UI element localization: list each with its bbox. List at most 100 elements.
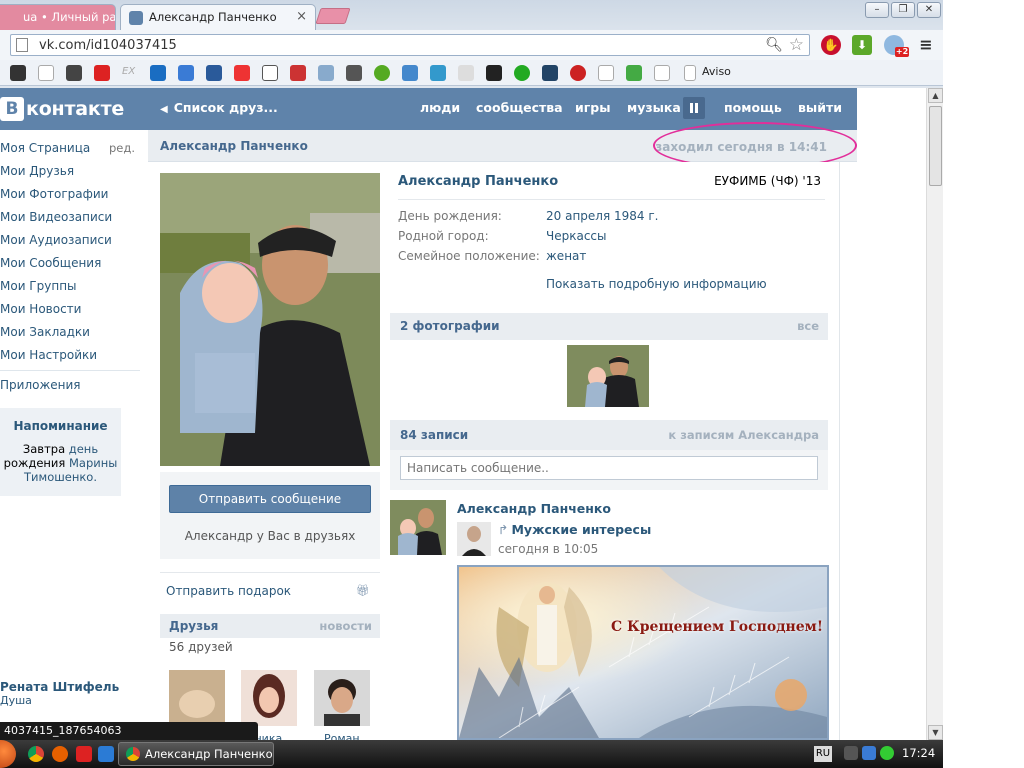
wall-title[interactable]: 84 записи — [400, 428, 468, 442]
info-value-birthday[interactable]: 20 апреля 1984 г. — [546, 209, 658, 223]
repost-source-link[interactable]: ↱ Мужские интересы — [498, 522, 651, 537]
opera-icon[interactable] — [76, 746, 92, 762]
adblock-icon[interactable]: ✋ — [821, 35, 841, 55]
menu-my-bookmarks[interactable]: Мои Закладки — [0, 325, 90, 339]
bookmark-icon[interactable] — [374, 65, 390, 81]
bookmark-home-icon[interactable] — [402, 65, 418, 81]
post-author-avatar[interactable] — [390, 500, 446, 555]
tab-inactive[interactable]: ua • Личный разд — [0, 4, 116, 30]
bookmark-film-icon[interactable] — [66, 65, 82, 81]
download-icon[interactable]: ⬇ — [852, 35, 872, 55]
menu-my-friends[interactable]: Мои Друзья — [0, 164, 74, 178]
nav-games[interactable]: игры — [575, 100, 611, 115]
bookmark-photo-icon[interactable] — [178, 65, 194, 81]
bookmark-icon[interactable] — [234, 65, 250, 81]
zoom-icon[interactable]: 🔍︎ — [765, 37, 783, 53]
taskbar-window-button[interactable]: Александр Панченко... — [118, 742, 274, 766]
nav-people[interactable]: люди — [420, 100, 460, 115]
menu-my-audio[interactable]: Мои Аудиозаписи — [0, 233, 112, 247]
bookmark-arrow-icon[interactable] — [94, 65, 110, 81]
scroll-thumb[interactable] — [929, 106, 942, 186]
bookmark-car-icon[interactable] — [290, 65, 306, 81]
send-gift-link[interactable]: Отправить подарок — [166, 584, 291, 598]
url-text[interactable]: vk.com/id104037415 — [39, 38, 177, 53]
menu-my-groups[interactable]: Мои Группы — [0, 279, 77, 293]
menu-icon[interactable]: ≡ — [916, 35, 936, 55]
menu-my-settings[interactable]: Мои Настройки — [0, 348, 97, 362]
post-image[interactable]: С Крещением Господнем! — [457, 565, 829, 740]
bookmark-strawberry-icon[interactable] — [570, 65, 586, 81]
send-message-button[interactable]: Отправить сообщение — [169, 485, 371, 513]
post-author-name[interactable]: Александр Панченко — [457, 501, 611, 516]
music-pause-button[interactable] — [683, 97, 705, 119]
friend-thumbnail[interactable] — [169, 670, 225, 726]
show-more-info-link[interactable]: Показать подробную информацию — [546, 277, 767, 291]
photos-all-link[interactable]: все — [797, 319, 819, 333]
minimize-icon[interactable]: – — [865, 2, 889, 18]
friend-thumbnail[interactable] — [314, 670, 370, 726]
friend-thumbnail[interactable] — [241, 670, 297, 726]
vk-logo[interactable]: В контакте — [0, 96, 124, 122]
language-indicator[interactable]: RU — [814, 746, 832, 762]
bookmark-icon[interactable] — [514, 65, 530, 81]
nav-communities[interactable]: сообщества — [476, 100, 563, 115]
vertical-scrollbar[interactable]: ▲ ▼ — [926, 88, 943, 740]
reminder-person-link[interactable]: Марины — [69, 456, 117, 470]
restore-icon[interactable]: ❐ — [891, 2, 915, 18]
edit-link[interactable]: ред. — [109, 141, 135, 155]
chrome-icon[interactable] — [28, 746, 44, 762]
menu-my-messages[interactable]: Мои Сообщения — [0, 256, 101, 270]
info-value-hometown[interactable]: Черкассы — [546, 229, 607, 243]
university-link[interactable]: ЕУФИМБ (ЧФ) '13 — [714, 174, 821, 188]
status-icon[interactable] — [880, 746, 894, 760]
menu-my-news[interactable]: Мои Новости — [0, 302, 81, 316]
bookmark-page-icon[interactable] — [598, 65, 614, 81]
bookmark-page-icon[interactable] — [38, 65, 54, 81]
bookmark-icon[interactable] — [430, 65, 446, 81]
start-button[interactable] — [0, 740, 16, 768]
bookmark-pen-icon[interactable] — [318, 65, 334, 81]
back-to-friends-link[interactable]: ◀ Список друз... — [160, 100, 278, 115]
bookmark-puzzle-icon[interactable] — [346, 65, 362, 81]
profile-photo[interactable] — [160, 173, 380, 466]
close-icon[interactable]: ✕ — [917, 2, 941, 18]
menu-my-videos[interactable]: Мои Видеозаписи — [0, 210, 112, 224]
bookmark-star-icon[interactable]: ☆ — [789, 35, 804, 55]
close-tab-icon[interactable]: × — [296, 9, 307, 24]
friend-name[interactable]: Рената Штифель — [0, 680, 120, 694]
menu-my-photos[interactable]: Мои Фотографии — [0, 187, 108, 201]
address-bar[interactable]: vk.com/id104037415 🔍︎ ☆ — [10, 34, 810, 56]
tray-arrow-icon[interactable] — [844, 746, 858, 760]
menu-apps[interactable]: Приложения — [0, 378, 81, 392]
wall-posts-link[interactable]: к записям Александра — [668, 428, 819, 442]
nav-logout[interactable]: выйти — [798, 100, 842, 115]
photo-thumbnail[interactable] — [567, 345, 649, 407]
bookmark-icon[interactable] — [262, 65, 278, 81]
friend-status-card[interactable]: Рената Штифель Душа — [0, 680, 120, 707]
reminder-birthday-link[interactable]: день — [69, 442, 98, 456]
new-tab-button[interactable] — [315, 8, 351, 24]
nav-music[interactable]: музыка — [627, 100, 681, 115]
bookmark-globe-icon[interactable] — [206, 65, 222, 81]
scroll-down-icon[interactable]: ▼ — [928, 725, 943, 740]
menu-my-page[interactable]: Моя Страница — [0, 141, 90, 155]
bookmark-icon[interactable] — [458, 65, 474, 81]
wall-message-input[interactable] — [400, 456, 818, 480]
clock[interactable]: 17:24 — [902, 746, 935, 760]
friends-title[interactable]: Друзья — [169, 619, 218, 633]
info-value-relationship[interactable]: женат — [546, 249, 586, 263]
repost-source-avatar[interactable] — [457, 522, 491, 556]
friends-news-link[interactable]: новости — [319, 619, 372, 633]
post-timestamp[interactable]: сегодня в 10:05 — [498, 542, 598, 556]
tab-active[interactable]: Александр Панченко × — [120, 4, 316, 30]
bookmark-page-icon[interactable] — [654, 65, 670, 81]
bookmark-icon[interactable] — [542, 65, 558, 81]
firefox-icon[interactable] — [52, 746, 68, 762]
gift-row[interactable]: Отправить подарок 🎁︎ — [160, 572, 380, 608]
bookmark-up-icon[interactable] — [150, 65, 166, 81]
network-icon[interactable] — [862, 746, 876, 760]
nav-help[interactable]: помощь — [724, 100, 782, 115]
bookmark-icon[interactable] — [626, 65, 642, 81]
bookmark-aviso[interactable]: Aviso — [702, 65, 731, 78]
photos-title[interactable]: 2 фотографии — [400, 319, 500, 333]
